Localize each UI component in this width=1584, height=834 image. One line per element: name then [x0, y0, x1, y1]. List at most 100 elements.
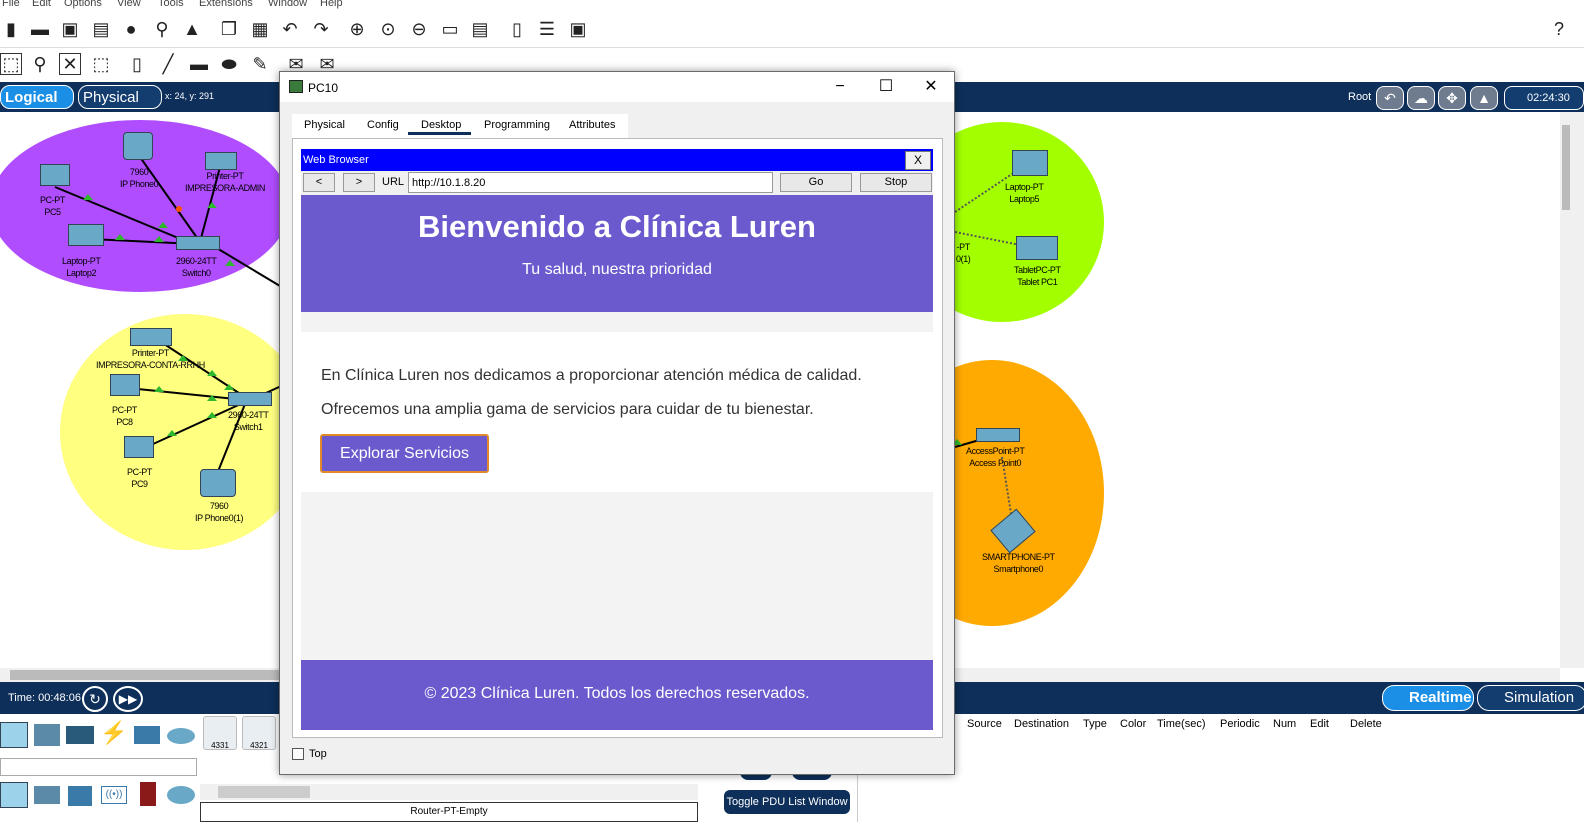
- notes-icon[interactable]: ▯: [506, 18, 528, 40]
- misc-icon[interactable]: [134, 726, 160, 744]
- explore-services-button[interactable]: Explorar Servicios: [320, 434, 489, 473]
- new-file-icon[interactable]: ▮: [0, 18, 22, 40]
- resize-icon[interactable]: ⬚: [90, 53, 112, 75]
- switch0-icon[interactable]: [176, 236, 220, 250]
- screenshot-icon[interactable]: ▣: [567, 18, 589, 40]
- open-folder-icon[interactable]: ▬: [29, 18, 51, 40]
- power-cycle-icon[interactable]: ↻: [82, 686, 108, 712]
- rectangle-icon[interactable]: ▬: [188, 53, 210, 75]
- switch0-name: Switch0: [181, 268, 211, 278]
- device-type-field[interactable]: [0, 758, 197, 776]
- tab-config[interactable]: Config: [367, 119, 399, 131]
- save-icon[interactable]: ▣: [59, 18, 81, 40]
- url-input[interactable]: [408, 172, 773, 193]
- simulation-tab[interactable]: Simulation: [1477, 685, 1584, 711]
- undo-icon[interactable]: ↶: [279, 18, 301, 40]
- laptop5-icon[interactable]: [1012, 150, 1048, 176]
- tab-programming[interactable]: Programming: [484, 119, 550, 131]
- printer-admin-icon[interactable]: [205, 152, 237, 170]
- wireless-icon[interactable]: ((•)): [101, 786, 127, 804]
- go-button[interactable]: Go: [780, 173, 852, 192]
- menu-options[interactable]: Options: [64, 0, 102, 9]
- move-icon[interactable]: ✥: [1438, 86, 1466, 110]
- menu-view[interactable]: View: [117, 0, 141, 9]
- window-titlebar[interactable]: PC10 − ☐ ✕: [280, 72, 954, 102]
- switch1-icon[interactable]: [228, 392, 272, 406]
- multiuser-icon[interactable]: [167, 728, 195, 744]
- menu-window[interactable]: Window: [268, 0, 307, 9]
- pc5-icon[interactable]: [40, 164, 70, 186]
- custom-devices-icon[interactable]: ▤: [469, 18, 491, 40]
- info-icon[interactable]: ●: [120, 18, 142, 40]
- browser-close-button[interactable]: X: [905, 151, 931, 170]
- end-devices-icon[interactable]: [34, 724, 60, 746]
- note-icon[interactable]: ▯: [126, 53, 148, 75]
- connections-icon[interactable]: ⚡: [100, 720, 127, 746]
- device-list-icon[interactable]: ☰: [536, 18, 558, 40]
- inspect-icon[interactable]: ⚲: [29, 53, 51, 75]
- hubs-icon[interactable]: [68, 786, 92, 806]
- copy-icon[interactable]: ❐: [218, 18, 240, 40]
- physical-tab[interactable]: Physical: [78, 85, 162, 109]
- ip-phone01-icon[interactable]: [200, 469, 236, 497]
- forward-button[interactable]: >: [343, 173, 375, 192]
- fast-forward-icon[interactable]: ▶▶: [113, 686, 143, 712]
- menu-tools[interactable]: Tools: [158, 0, 184, 9]
- menu-extensions[interactable]: Extensions: [199, 0, 253, 9]
- drawing-palette-icon[interactable]: ▭: [439, 18, 461, 40]
- maximize-button[interactable]: ☐: [866, 76, 906, 98]
- activity-wizard-icon[interactable]: ▲: [181, 18, 203, 40]
- cloud-icon[interactable]: ☁: [1407, 86, 1435, 110]
- pc8-icon[interactable]: [110, 374, 140, 396]
- laptop2-icon[interactable]: [68, 224, 104, 246]
- routers-icon[interactable]: [0, 782, 28, 808]
- tab-desktop[interactable]: Desktop: [421, 119, 461, 131]
- zoom-in-icon[interactable]: ⊕: [346, 18, 368, 40]
- zoom-out-icon[interactable]: ⊖: [408, 18, 430, 40]
- ellipse-icon[interactable]: ⬬: [218, 53, 240, 75]
- menu-file[interactable]: File: [2, 0, 20, 9]
- security-icon[interactable]: [140, 782, 156, 806]
- zoom-reset-icon[interactable]: ⊙: [377, 18, 399, 40]
- background-icon[interactable]: ▲: [1470, 86, 1498, 110]
- device-scroll-thumb[interactable]: [218, 786, 310, 798]
- router-4331[interactable]: 4331: [203, 716, 237, 750]
- line-icon[interactable]: ╱: [157, 53, 179, 75]
- access-point-icon[interactable]: [976, 428, 1020, 442]
- pc9-icon[interactable]: [124, 436, 154, 458]
- back-button[interactable]: <: [303, 173, 335, 192]
- delete-icon[interactable]: ✕: [59, 53, 81, 75]
- router-4321[interactable]: 4321: [242, 716, 276, 750]
- close-button[interactable]: ✕: [911, 76, 951, 98]
- tablet-icon[interactable]: [1016, 236, 1058, 260]
- pc10-window: PC10 − ☐ ✕ Physical Config Desktop Progr…: [279, 71, 955, 775]
- paste-icon[interactable]: ▦: [249, 18, 271, 40]
- print-icon[interactable]: ▤: [90, 18, 112, 40]
- components-icon[interactable]: [66, 726, 94, 744]
- realtime-tab[interactable]: Realtime: [1382, 685, 1474, 711]
- horizontal-scroll-thumb[interactable]: [10, 670, 280, 680]
- logical-tab[interactable]: Logical: [0, 85, 74, 109]
- freeform-icon[interactable]: ✎: [249, 53, 271, 75]
- logical-tab-label: Logical: [5, 88, 58, 106]
- switches-icon[interactable]: [34, 786, 60, 804]
- toggle-pdu-list-button[interactable]: Toggle PDU List Window: [724, 790, 850, 814]
- help-icon[interactable]: ?: [1548, 18, 1570, 40]
- switch0-label: 2960-24TT Switch0: [176, 255, 217, 279]
- minimize-button[interactable]: −: [820, 76, 860, 98]
- top-checkbox[interactable]: [292, 748, 304, 760]
- ip-phone0-icon[interactable]: [123, 132, 153, 160]
- stop-button[interactable]: Stop: [860, 173, 932, 192]
- network-info-icon[interactable]: ⚲: [151, 18, 173, 40]
- back-icon[interactable]: ↶: [1376, 86, 1404, 110]
- network-devices-icon[interactable]: [0, 722, 28, 748]
- menu-edit[interactable]: Edit: [32, 0, 51, 9]
- select-icon[interactable]: ⬚: [0, 53, 22, 75]
- vertical-scroll-thumb[interactable]: [1562, 125, 1570, 210]
- tab-attributes[interactable]: Attributes: [569, 119, 615, 131]
- menu-help[interactable]: Help: [320, 0, 343, 9]
- wan-emulation-icon[interactable]: [167, 786, 195, 804]
- printer-conta-icon[interactable]: [130, 328, 172, 346]
- tab-physical[interactable]: Physical: [304, 119, 345, 131]
- redo-icon[interactable]: ↷: [310, 18, 332, 40]
